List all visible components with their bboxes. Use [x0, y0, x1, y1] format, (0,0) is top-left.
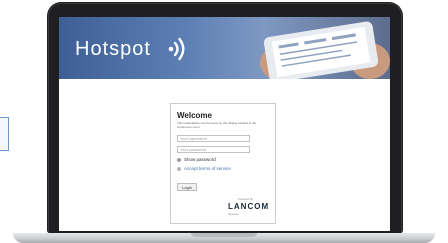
show-password-checkbox[interactable]: [177, 158, 181, 162]
side-panel-edge: [0, 117, 9, 151]
hero-title: Hotspot: [75, 38, 151, 60]
show-password-label: Show password: [184, 157, 216, 162]
powered-by-text: Powered By: [238, 197, 254, 201]
wifi-signal-icon: [168, 37, 185, 61]
intro-text: This marketplace can be found on the dis…: [177, 122, 257, 129]
lancom-logo: LANCOM: [228, 202, 270, 211]
laptop-screen: Hotspot Welcome This marketplace can be …: [59, 17, 390, 231]
terms-checkbox[interactable]: [177, 167, 181, 171]
phone-icon: [260, 21, 390, 79]
laptop-notch: [191, 233, 257, 237]
login-card: Welcome This marketplace can be found on…: [170, 103, 276, 224]
welcome-heading: Welcome: [177, 111, 212, 120]
username-field[interactable]: Your username: [177, 135, 250, 142]
password-field[interactable]: Your password: [177, 146, 250, 153]
login-button[interactable]: Login: [177, 183, 197, 191]
hero-banner: Hotspot: [59, 17, 390, 79]
lancom-logo-sub: Systems: [228, 212, 239, 216]
terms-link[interactable]: Accept terms of service: [184, 166, 231, 171]
